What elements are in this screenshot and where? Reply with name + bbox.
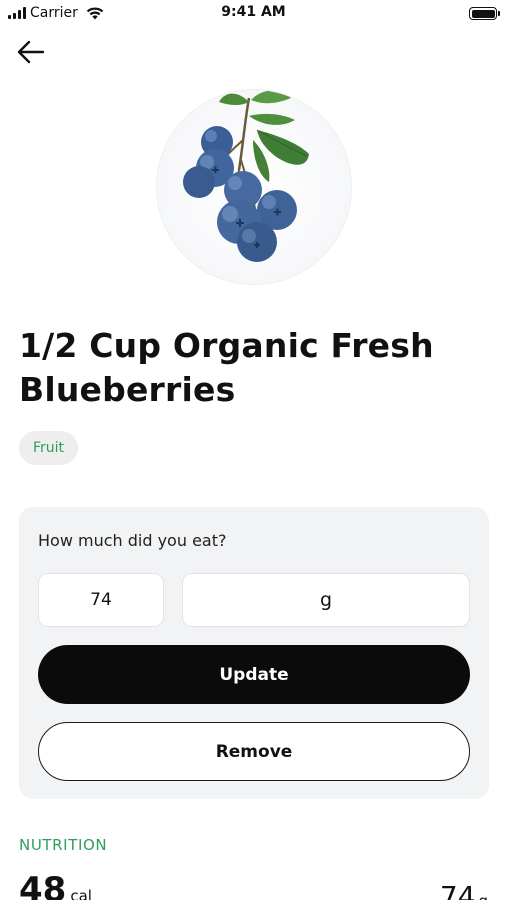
category-badge: Fruit [19,431,79,465]
unit-value: g [319,589,333,611]
weight-number: 74 [439,880,476,900]
quantity-input[interactable]: 74 [38,573,164,627]
product-image [157,90,351,284]
serving-question: How much did you eat? [38,531,227,550]
update-button-label: Update [219,664,289,685]
serving-card: How much did you eat? 74 g Update Remove [19,507,489,799]
remove-button-label: Remove [215,741,293,762]
back-button[interactable] [16,38,48,66]
product-title: 1/2 Cup Organic Fresh Blueberries [19,326,434,409]
calories-unit: cal [70,887,92,900]
status-time: 9:41 AM [221,4,286,20]
calories-number: 48 [19,870,67,900]
blueberries-image [183,90,309,262]
unit-select[interactable]: g [182,573,470,627]
quantity-value: 74 [90,590,112,610]
status-bar: Carrier 9:41 AM [0,0,507,26]
calories-value: 48 cal [19,870,92,900]
remove-button[interactable]: Remove [38,722,470,781]
weight-unit: g [478,892,488,900]
food-detail-screen: Carrier 9:41 AM 1/2 Cup Organic Fresh Bl… [0,0,507,900]
update-button[interactable]: Update [38,645,470,704]
nutrition-heading: NUTRITION [19,836,108,854]
weight-value: 74g [440,880,488,900]
arrow-left-icon [17,40,45,64]
battery-icon [469,7,500,20]
